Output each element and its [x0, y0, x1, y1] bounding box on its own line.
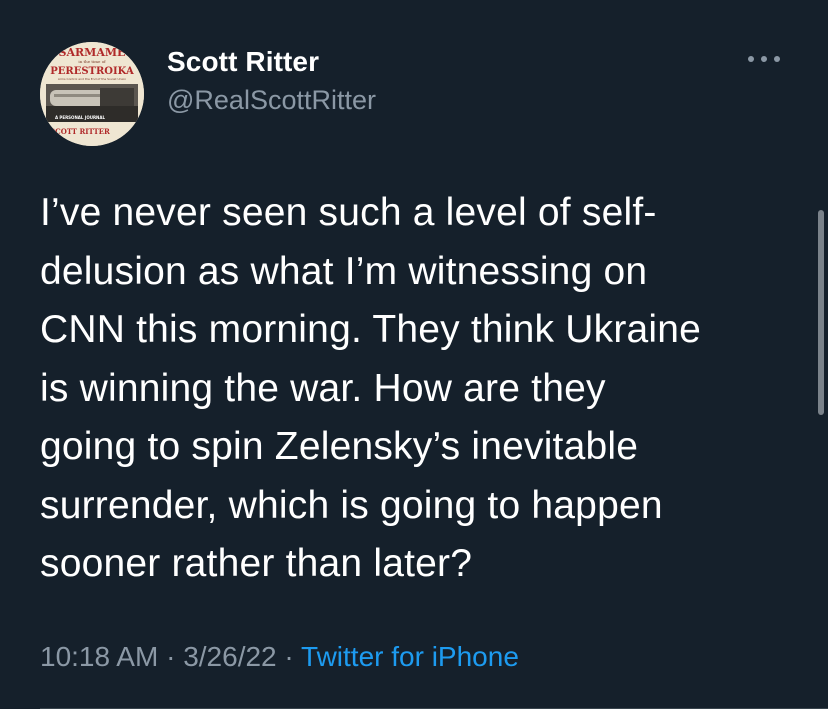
more-options-icon[interactable]: [748, 52, 780, 66]
svg-text:in the time of: in the time of: [78, 59, 106, 64]
tweet-metadata: 10:18 AM · 3/26/22 · Twitter for iPhone: [40, 641, 519, 673]
svg-text:A PERSONAL JOURNAL: A PERSONAL JOURNAL: [55, 115, 106, 120]
tweet-text-line: I’ve never seen such a level of self-: [40, 191, 657, 234]
author-name[interactable]: Scott Ritter: [167, 46, 319, 78]
separator: ·: [276, 641, 302, 672]
tweet-text-line: surrender, which is going to happen: [40, 483, 663, 527]
svg-text:PERESTROIKA: PERESTROIKA: [50, 66, 134, 77]
svg-text:SCOTT RITTER: SCOTT RITTER: [50, 127, 110, 136]
book-cover-avatar-icon: SARMAME in the time of PERESTROIKA Arms …: [40, 42, 144, 146]
tweet-text-line: going to spin Zelensky’s inevitable: [40, 425, 639, 468]
tweet-source-link[interactable]: Twitter for iPhone: [301, 641, 519, 672]
tweet-date[interactable]: 3/26/22: [183, 641, 276, 672]
dot: [774, 56, 780, 62]
tweet-time[interactable]: 10:18 AM: [40, 641, 158, 672]
svg-text:SARMAME: SARMAME: [59, 46, 126, 59]
avatar[interactable]: SARMAME in the time of PERESTROIKA Arms …: [40, 42, 144, 146]
tweet-text-line: delusion as what I’m witnessing on: [40, 249, 648, 293]
tweet-header: SARMAME in the time of PERESTROIKA Arms …: [40, 40, 800, 146]
tweet-text-line: sooner rather than later?: [40, 542, 473, 585]
scrollbar[interactable]: [818, 210, 824, 415]
dot: [761, 56, 767, 62]
separator: ·: [158, 641, 184, 672]
dot: [748, 56, 754, 62]
author-handle[interactable]: @RealScottRitter: [167, 85, 376, 116]
svg-text:Arms Control and the End of th: Arms Control and the End of the Soviet U…: [58, 77, 126, 81]
tweet-text: I’ve never seen such a level of self- de…: [40, 184, 800, 594]
tweet: SARMAME in the time of PERESTROIKA Arms …: [0, 0, 828, 709]
tweet-text-line: is winning the war. How are they: [40, 366, 606, 410]
tweet-text-line: CNN this morning. They think Ukraine: [40, 308, 702, 351]
